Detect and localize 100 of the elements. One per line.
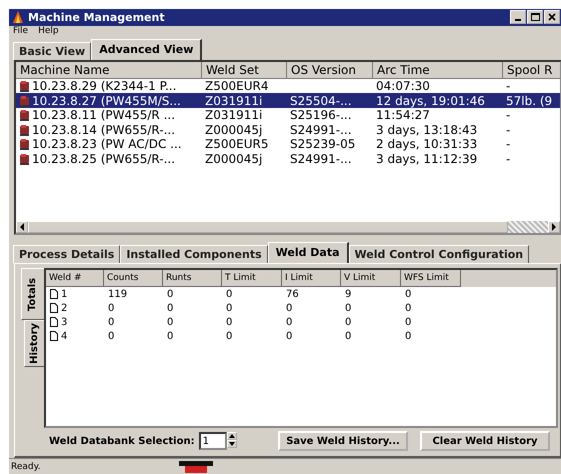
minimize-button[interactable]	[510, 10, 526, 24]
machine-icon	[19, 124, 30, 136]
table-cell: 0	[108, 330, 114, 342]
maximize-button[interactable]	[527, 10, 543, 24]
table-cell: 2	[61, 302, 68, 314]
menu-item[interactable]: File	[13, 26, 28, 38]
column-header[interactable]: OS Version	[287, 62, 373, 79]
table-cell: Z000045j	[205, 122, 262, 137]
table-cell: 76	[286, 288, 299, 300]
table-cell: 10.23.8.27 (PW455M/S...	[32, 94, 181, 108]
maximize-icon	[530, 13, 540, 22]
document-icon	[50, 331, 58, 342]
column-header[interactable]: T Limit	[222, 270, 282, 288]
table-cell: S24991-...	[290, 122, 352, 137]
table-cell: -	[506, 108, 510, 122]
logo-icon	[179, 460, 213, 473]
table-cell: 3	[61, 316, 68, 328]
table-cell: 0	[405, 302, 412, 314]
column-header[interactable]: Runts	[163, 270, 222, 288]
caret-down-icon	[228, 442, 235, 446]
table-cell: 10.23.8.11 (PW455/R ...	[32, 108, 176, 122]
table-cell: 9	[345, 288, 352, 300]
table-cell: S25239-05	[290, 137, 356, 152]
caret-left-icon	[19, 223, 25, 232]
table-cell: 0	[345, 302, 352, 314]
machine-row[interactable]: 10.23.8.23 (PW AC/DC ... Z500EUR5 S25239-05 2 days, 10:31:33 -	[16, 136, 560, 152]
document-icon	[50, 303, 58, 314]
detail-tab[interactable]: Process Details	[13, 245, 120, 264]
close-button[interactable]	[544, 10, 560, 24]
table-cell: 119	[108, 288, 128, 300]
table-cell: 10.23.8.29 (K2344-1 P...	[32, 79, 176, 94]
table-cell: 0	[226, 302, 232, 314]
status-text: Ready.	[10, 462, 42, 472]
table-cell: 3 days, 11:12:39	[376, 152, 478, 166]
table-cell: S25504-...	[290, 94, 352, 108]
action-button[interactable]: Clear Weld History	[420, 431, 550, 452]
table-cell: 12 days, 19:01:46	[376, 94, 485, 108]
machine-row[interactable]: 10.23.8.25 (PW655/R-... Z000045j S24991-... 3 days, 11:12:39 -	[16, 151, 560, 166]
table-cell: 0	[405, 288, 412, 300]
column-header[interactable]: Counts	[104, 270, 163, 288]
column-header[interactable]: Weld Set	[202, 62, 287, 79]
table-cell: 11:54:27	[376, 108, 430, 122]
table-cell: 57lb. (9	[506, 94, 552, 108]
table-cell: 0	[345, 316, 352, 328]
table-cell: 0	[345, 330, 352, 342]
column-header[interactable]: Arc Time	[373, 62, 503, 79]
table-cell: Z031911i	[205, 94, 262, 108]
table-cell: -	[506, 152, 510, 166]
table-cell: 10.23.8.23 (PW AC/DC ...	[32, 137, 182, 152]
spin-buttons[interactable]	[226, 432, 237, 450]
table-cell: 0	[167, 316, 174, 328]
close-icon	[548, 13, 556, 22]
machine-row[interactable]: 10.23.8.29 (K2344-1 P... Z500EUR4 04:07:30 -	[16, 78, 560, 94]
table-cell: Z000045j	[205, 152, 262, 166]
databank-label: Weld Databank Selection:	[49, 436, 195, 447]
view-tab[interactable]: Advanced View	[91, 38, 202, 60]
window-title: Machine Management	[28, 10, 165, 24]
machine-icon	[19, 80, 30, 92]
column-header[interactable]: Weld #	[46, 270, 104, 288]
column-header[interactable]: Machine Name	[16, 62, 202, 79]
caret-up-icon	[228, 434, 235, 438]
table-cell: 0	[226, 288, 232, 300]
table-cell: Z500EUR5	[205, 137, 268, 152]
caret-right-icon	[551, 223, 557, 232]
machine-row[interactable]: 10.23.8.11 (PW455/R ... Z031911i S25196-... 11:54:27 -	[16, 108, 560, 122]
column-header[interactable]: V Limit	[341, 270, 401, 288]
table-cell: 0	[167, 330, 174, 342]
table-cell: 0	[405, 316, 412, 328]
table-cell: 0	[108, 316, 114, 328]
table-cell: S25196-...	[290, 108, 352, 122]
flame-icon	[11, 10, 25, 24]
detail-tab[interactable]: Weld Control Configuration	[348, 245, 530, 264]
detail-tab[interactable]: Installed Components	[120, 245, 268, 264]
table-cell: 0	[226, 330, 232, 342]
column-header[interactable]: WFS Limit	[401, 270, 461, 288]
table-cell: 4	[61, 330, 68, 342]
side-tab[interactable]: Totals	[21, 268, 44, 320]
databank-field[interactable]: 1	[198, 432, 227, 450]
machine-row[interactable]: 10.23.8.14 (PW655/R-... Z000045j S24991-... 3 days, 13:18:43 -	[16, 122, 560, 137]
table-cell: -	[506, 137, 510, 152]
table-cell: 0	[167, 302, 174, 314]
machine-icon	[19, 138, 30, 150]
detail-tab[interactable]: Weld Data	[268, 242, 349, 264]
machine-icon	[19, 94, 30, 107]
action-button[interactable]: Save Weld History...	[278, 431, 408, 452]
table-cell: Z031911i	[205, 108, 262, 122]
column-header[interactable]: I Limit	[282, 270, 341, 288]
table-cell: 10.23.8.14 (PW655/R-...	[32, 122, 176, 137]
menu-item[interactable]: Help	[38, 26, 59, 38]
table-cell: 0	[108, 302, 114, 314]
table-cell: 0	[405, 330, 412, 342]
table-cell: 0	[286, 316, 292, 328]
machine-row[interactable]: 10.23.8.27 (PW455M/S... Z031911i S25504-... 12 days, 19:01:46 57lb. (9	[16, 93, 560, 108]
table-cell: 0	[286, 330, 292, 342]
column-header[interactable]: Spool R	[503, 62, 560, 79]
table-cell: 04:07:30	[376, 79, 430, 94]
table-cell: 0	[226, 316, 232, 328]
table-cell: 0	[167, 288, 174, 300]
table-cell: -	[506, 79, 510, 94]
table-cell: 3 days, 13:18:43	[376, 122, 478, 137]
